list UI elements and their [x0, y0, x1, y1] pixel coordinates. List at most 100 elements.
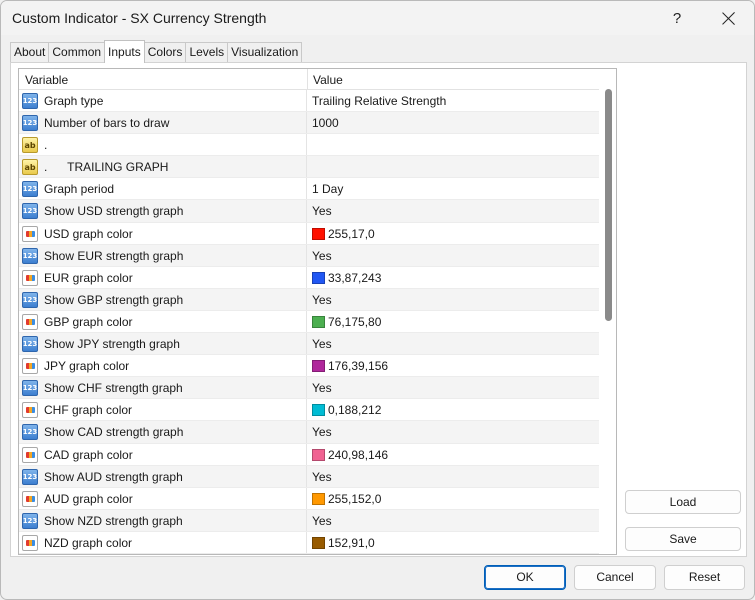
variable-cell[interactable]: NZD graph color — [19, 531, 307, 553]
variable-cell[interactable]: 123 Graph type — [19, 90, 307, 112]
load-button[interactable]: Load — [625, 490, 741, 514]
variable-name: USD graph color — [44, 226, 133, 241]
numeric-param-icon: 123 — [22, 380, 38, 397]
color-param-icon — [22, 534, 38, 551]
variable-name: . TRAILING GRAPH — [44, 160, 169, 175]
table-row[interactable]: EUR graph color 33,87,243 — [19, 266, 599, 289]
variable-cell[interactable]: 123 Show JPY strength graph — [19, 333, 307, 355]
vertical-scrollbar[interactable] — [600, 69, 616, 554]
color-swatch[interactable] — [312, 315, 325, 328]
table-row[interactable]: 123 Show USD strength graph Yes — [19, 200, 599, 223]
table-row[interactable]: CHF graph color 0,188,212 — [19, 399, 599, 422]
color-swatch[interactable] — [312, 227, 325, 240]
color-param-icon — [22, 313, 38, 330]
table-row[interactable]: USD graph color 255,17,0 — [19, 222, 599, 245]
table-row[interactable]: 123 Show GBP strength graph Yes — [19, 288, 599, 311]
table-row[interactable]: CAD graph color 240,98,146 — [19, 443, 599, 466]
table-row[interactable]: ab . TRAILING GRAPH — [19, 156, 599, 179]
color-swatch[interactable] — [312, 271, 325, 284]
value-text: Yes — [312, 513, 332, 528]
variable-name: Show AUD strength graph — [44, 469, 183, 484]
variable-cell[interactable]: ab. — [19, 134, 307, 156]
value-text: 176,39,156 — [328, 359, 389, 374]
variable-cell[interactable]: 123 Show AUD strength graph — [19, 465, 307, 487]
tab-levels[interactable]: Levels — [185, 42, 229, 63]
tab-common[interactable]: Common — [48, 42, 106, 63]
variable-cell[interactable]: 123 Show USD strength graph — [19, 200, 307, 222]
column-divider[interactable] — [307, 69, 308, 90]
color-swatch[interactable] — [312, 536, 325, 549]
variable-cell[interactable]: ab . TRAILING GRAPH — [19, 156, 307, 178]
tab-visualization[interactable]: Visualization — [227, 42, 303, 63]
value-text: 152,91,0 — [328, 535, 375, 550]
table-row[interactable]: 123 Show EUR strength graph Yes — [19, 244, 599, 267]
variable-cell[interactable]: 123 Show CHF strength graph — [19, 377, 307, 399]
table-row[interactable]: 123 Graph type Trailing Relative Strength — [19, 90, 599, 113]
numeric-param-icon: 123 — [22, 512, 38, 529]
value-text: 33,87,243 — [328, 270, 382, 285]
color-param-icon — [22, 358, 38, 375]
title-bar: Custom Indicator - SX Currency Strength … — [1, 1, 754, 35]
variable-cell[interactable]: 123 Number of bars to draw — [19, 112, 307, 134]
variable-cell[interactable]: CAD graph color — [19, 443, 307, 465]
table-row[interactable]: JPY graph color 176,39,156 — [19, 355, 599, 378]
color-swatch[interactable] — [312, 448, 325, 461]
reset-button[interactable]: Reset — [664, 565, 745, 590]
variable-name: Show CAD strength graph — [44, 425, 184, 440]
table-row[interactable]: 123 Show AUD strength graph Yes — [19, 465, 599, 488]
table-row[interactable]: ab. — [19, 134, 599, 157]
table-row[interactable]: 123 Graph period 1 Day — [19, 178, 599, 201]
value-text: Yes — [312, 337, 332, 352]
variable-name: AUD graph color — [44, 491, 133, 506]
tab-inputs[interactable]: Inputs — [104, 40, 145, 63]
table-row[interactable]: NZD graph color 152,91,0 — [19, 531, 599, 554]
variable-name: Show GBP strength graph — [44, 292, 184, 307]
variable-cell[interactable]: JPY graph color — [19, 355, 307, 377]
grid-rows: 123 Graph type Trailing Relative Strength 1… — [19, 90, 599, 554]
table-row[interactable]: 123 Show CHF strength graph Yes — [19, 377, 599, 400]
color-swatch[interactable] — [312, 360, 325, 373]
cancel-button[interactable]: Cancel — [574, 565, 656, 590]
color-swatch[interactable] — [312, 404, 325, 417]
color-param-icon — [22, 446, 38, 463]
help-button[interactable]: ? — [654, 1, 700, 35]
save-button[interactable]: Save — [625, 527, 741, 551]
close-button[interactable] — [705, 1, 751, 35]
table-row[interactable]: AUD graph color 255,152,0 — [19, 487, 599, 510]
variable-cell[interactable]: AUD graph color — [19, 487, 307, 509]
ok-button[interactable]: OK — [484, 565, 566, 590]
variable-name: NZD graph color — [44, 535, 133, 550]
table-row[interactable]: 123 Show NZD strength graph Yes — [19, 509, 599, 532]
color-swatch[interactable] — [312, 492, 325, 505]
tab-about[interactable]: About — [10, 42, 50, 63]
tab-colors[interactable]: Colors — [143, 42, 187, 63]
table-row[interactable]: GBP graph color 76,175,80 — [19, 310, 599, 334]
variable-cell[interactable]: GBP graph color — [19, 310, 307, 333]
numeric-param-icon: 123 — [22, 247, 38, 264]
table-row[interactable]: 123 Show CAD strength graph Yes — [19, 421, 599, 444]
value-text: Yes — [312, 292, 332, 307]
variable-cell[interactable]: USD graph color — [19, 222, 307, 244]
variable-name: Number of bars to draw — [44, 116, 170, 131]
numeric-param-icon: 123 — [22, 468, 38, 485]
variable-cell[interactable]: 123 Show NZD strength graph — [19, 509, 307, 531]
column-header-value[interactable]: Value — [313, 73, 343, 87]
numeric-param-icon: 123 — [22, 115, 38, 132]
scrollbar-thumb[interactable] — [605, 89, 612, 321]
value-text: Yes — [312, 425, 332, 440]
variable-cell[interactable]: CHF graph color — [19, 399, 307, 421]
variable-cell[interactable]: EUR graph color — [19, 266, 307, 288]
table-row[interactable]: 123 Number of bars to draw 1000 — [19, 112, 599, 135]
inputs-panel: Variable Value 123 Graph type Trailing Rel… — [10, 62, 747, 557]
variable-name: CAD graph color — [44, 447, 133, 462]
table-row[interactable]: 123 Show JPY strength graph Yes — [19, 333, 599, 356]
variable-cell[interactable]: 123 Show GBP strength graph — [19, 288, 307, 310]
variable-name: Graph type — [44, 94, 104, 108]
variable-cell[interactable]: 123 Show EUR strength graph — [19, 244, 307, 266]
variable-cell[interactable]: 123 Graph period — [19, 178, 307, 200]
variable-name: Show EUR strength graph — [44, 248, 184, 263]
variable-cell[interactable]: 123 Show CAD strength graph — [19, 421, 307, 443]
value-text: Yes — [312, 381, 332, 396]
numeric-param-icon: 123 — [22, 424, 38, 441]
column-header-variable[interactable]: Variable — [25, 73, 68, 87]
